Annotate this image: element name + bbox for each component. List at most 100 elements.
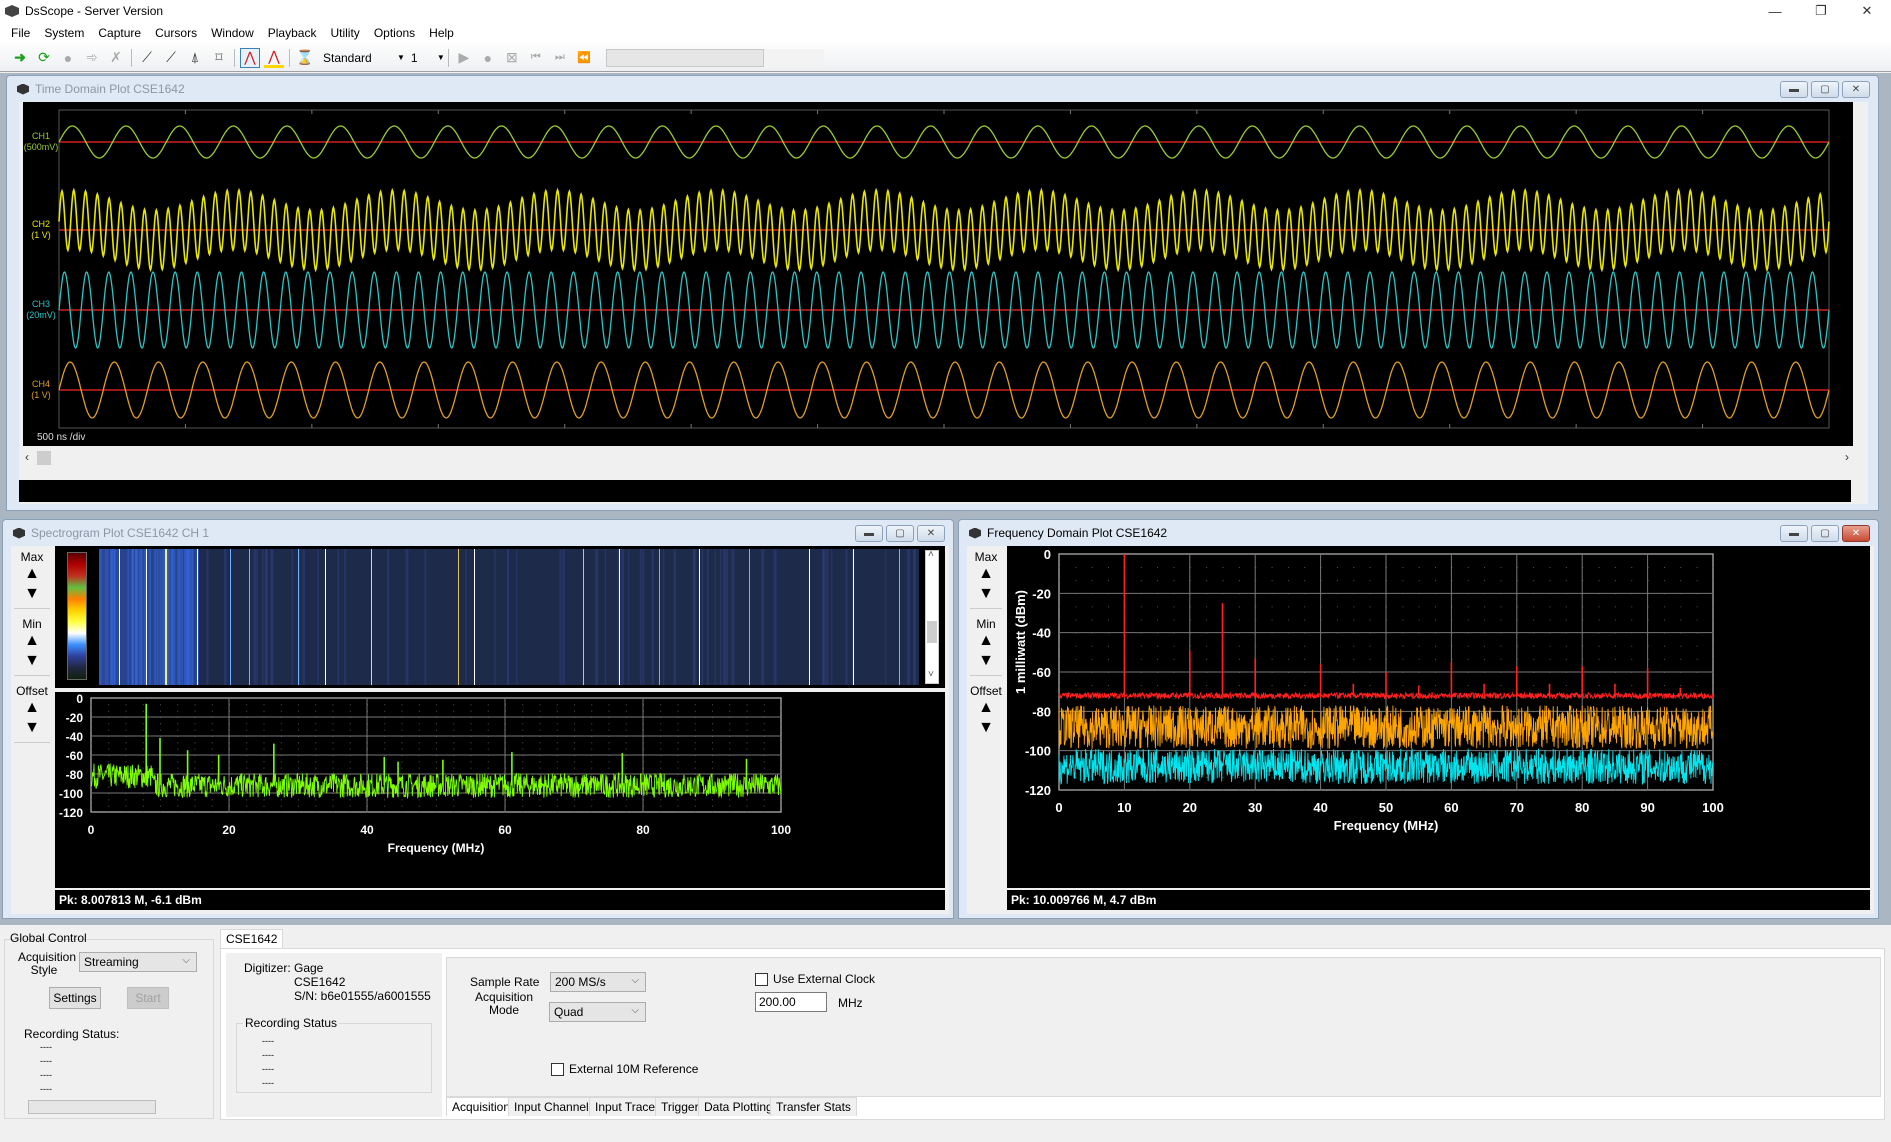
count-dropdown-icon[interactable]: ▼: [437, 53, 445, 62]
menu-window[interactable]: Window: [204, 22, 261, 44]
offset-down-arrow-icon[interactable]: ▼: [978, 718, 994, 738]
window-caption[interactable]: Time Domain Plot CSE1642: [7, 76, 1878, 102]
count-select[interactable]: 1: [411, 51, 433, 65]
maximize-button[interactable]: ▢: [1811, 81, 1839, 98]
spectrogram-waterfall[interactable]: ˄ ˅: [55, 546, 945, 688]
menu-system[interactable]: System: [37, 22, 91, 44]
grid-dot: [1680, 580, 1682, 582]
scroll-thumb[interactable]: [927, 621, 937, 643]
max-down-arrow-icon[interactable]: ▼: [24, 584, 40, 604]
scroll-down-icon[interactable]: ˅: [928, 669, 934, 680]
max-up-arrow-icon[interactable]: ▲: [24, 564, 40, 584]
sample-rate-select[interactable]: 200 MS/s ⌵: [550, 972, 646, 992]
stop-square-icon[interactable]: ⊠: [502, 48, 522, 68]
grid-dot: [1500, 580, 1502, 582]
play-icon[interactable]: ▶: [454, 48, 474, 68]
min-down-arrow-icon[interactable]: ▼: [978, 651, 994, 671]
x-axis-label: Frequency (MHz): [1334, 818, 1439, 833]
waterfall-scrollbar[interactable]: ˄ ˅: [925, 549, 939, 684]
rewind-icon[interactable]: ⏮: [526, 48, 546, 68]
record-icon[interactable]: ●: [478, 48, 498, 68]
skip-back-icon[interactable]: ⏪: [574, 48, 594, 68]
external-10m-reference-checkbox[interactable]: [551, 1063, 564, 1076]
offset-up-arrow-icon[interactable]: ▲: [978, 698, 994, 718]
fast-forward-icon[interactable]: ⏭: [550, 48, 570, 68]
minimize-button[interactable]: ▬: [855, 525, 883, 542]
spectrogram-spectrum-plot[interactable]: 0 -20 -40 -60 -80 -100 -120 0 20 40 60 80 100 Frequen…: [55, 692, 945, 888]
refresh-icon[interactable]: ⟳: [34, 48, 54, 68]
channel-label-ch4: CH4: [32, 379, 50, 389]
grid-dot: [125, 723, 127, 725]
clock-frequency-input[interactable]: 200.00: [755, 992, 827, 1012]
window-caption[interactable]: Spectrogram Plot CSE1642 CH 1: [3, 520, 953, 546]
settings-button[interactable]: Settings: [49, 987, 101, 1009]
external-10m-reference-label[interactable]: External 10M Reference: [569, 1062, 698, 1076]
tab-transfer-stats[interactable]: Transfer Stats: [770, 1097, 857, 1116]
acq-style-select[interactable]: Streaming ⌵: [79, 952, 197, 972]
max-down-arrow-icon[interactable]: ▼: [978, 584, 994, 604]
use-external-clock-label[interactable]: Use External Clock: [773, 972, 875, 986]
tab-input-channels[interactable]: Input Channels: [508, 1097, 601, 1116]
playback-slider[interactable]: [763, 48, 824, 67]
tab-acquisition[interactable]: Acquisition: [446, 1097, 517, 1116]
minimize-button[interactable]: —: [1752, 0, 1798, 22]
mode-select[interactable]: Standard: [323, 51, 393, 65]
waterfall-peak-line: [619, 549, 620, 685]
acq-mode-select[interactable]: Quad ⌵: [549, 1002, 646, 1022]
grid-dot: [349, 729, 351, 731]
sigma-icon[interactable]: ⌛: [295, 48, 315, 68]
close-button[interactable]: ✕: [1844, 0, 1890, 22]
mode-dropdown-icon[interactable]: ▼: [397, 53, 405, 62]
menu-help[interactable]: Help: [422, 22, 461, 44]
close-button[interactable]: ✕: [1842, 81, 1870, 98]
trace-yellow-icon[interactable]: ⋀: [264, 48, 284, 68]
restore-button[interactable]: ❐: [1798, 0, 1844, 22]
start-button[interactable]: Start: [127, 987, 169, 1009]
scroll-left-icon[interactable]: ‹: [25, 450, 29, 464]
maximize-button[interactable]: ▢: [1811, 525, 1839, 542]
menu-file[interactable]: File: [4, 22, 37, 44]
window-caption[interactable]: Frequency Domain Plot CSE1642: [959, 520, 1878, 546]
close-button[interactable]: ✕: [917, 525, 945, 542]
tab-cse1642[interactable]: CSE1642: [220, 929, 284, 948]
menu-utility[interactable]: Utility: [323, 22, 366, 44]
grid-dot: [1631, 790, 1633, 791]
grid-dot: [349, 704, 351, 706]
offset-up-arrow-icon[interactable]: ▲: [24, 698, 40, 718]
scroll-up-icon[interactable]: ˄: [928, 549, 934, 560]
menu-options[interactable]: Options: [367, 22, 422, 44]
tab-data-plotting[interactable]: Data Plotting: [698, 1097, 779, 1116]
cursor2-icon[interactable]: ⟋: [161, 48, 181, 68]
time-domain-plot[interactable]: CH1 (500mV) CH2 (1 V) CH3 (20mV) CH4 (1 V) 500 …: [23, 102, 1853, 446]
min-down-arrow-icon[interactable]: ▼: [24, 651, 40, 671]
trace-red-icon[interactable]: ⋀: [240, 47, 260, 68]
min-up-arrow-icon[interactable]: ▲: [24, 631, 40, 651]
grid-dot: [298, 767, 299, 769]
use-external-clock-checkbox[interactable]: [755, 973, 768, 986]
scroll-right-icon[interactable]: ›: [1845, 450, 1849, 464]
minimize-button[interactable]: ▬: [1780, 525, 1808, 542]
step-icon[interactable]: ➾: [82, 48, 102, 68]
stop-icon[interactable]: ●: [58, 48, 78, 68]
menu-capture[interactable]: Capture: [91, 22, 148, 44]
min-up-arrow-icon[interactable]: ▲: [978, 631, 994, 651]
frequency-domain-plot[interactable]: 0 -20 -40 -60 -80 -100 -120 0 10 20 30 40 50 60 70 80 90…: [1007, 546, 1870, 888]
menu-playback[interactable]: Playback: [261, 22, 324, 44]
frame-icon[interactable]: ⌑: [209, 48, 229, 68]
close-button[interactable]: ✕: [1842, 525, 1870, 542]
offset-down-arrow-icon[interactable]: ▼: [24, 718, 40, 738]
maximize-button[interactable]: ▢: [886, 525, 914, 542]
clear-icon[interactable]: ✗: [106, 48, 126, 68]
grid-dot: [522, 704, 524, 706]
menu-cursors[interactable]: Cursors: [148, 22, 204, 44]
playback-progress-bar[interactable]: [605, 48, 764, 67]
minimize-button[interactable]: ▬: [1780, 81, 1808, 98]
max-up-arrow-icon[interactable]: ▲: [978, 564, 994, 584]
tab-input-trace[interactable]: Input Trace: [589, 1097, 662, 1116]
arrow-right-icon[interactable]: ➜: [10, 48, 30, 68]
horizontal-scrollbar[interactable]: ‹ ›: [23, 450, 1853, 466]
measure-icon[interactable]: ⍋: [185, 48, 205, 68]
waterfall-band: [506, 549, 510, 685]
scroll-thumb[interactable]: [37, 451, 51, 465]
cursor1-icon[interactable]: ⟋: [137, 48, 157, 68]
